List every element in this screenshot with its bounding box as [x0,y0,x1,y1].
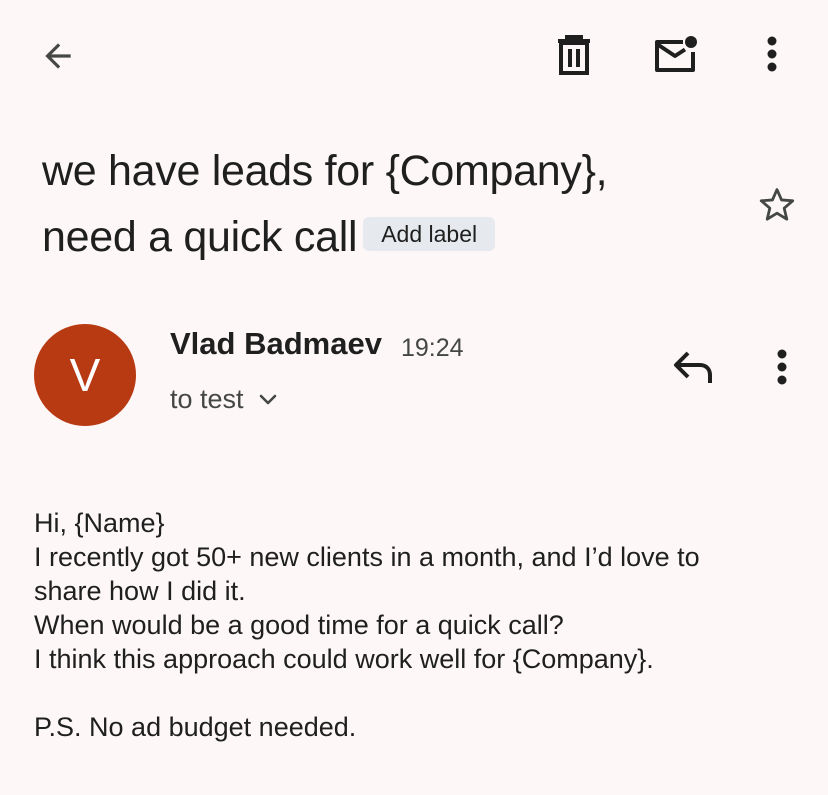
mail-unread-icon [653,34,699,74]
avatar-letter: V [69,349,101,401]
body-line: I think this approach could work well fo… [34,644,654,674]
star-button[interactable] [752,180,802,230]
body-line: When would be a good time for a quick ca… [34,610,564,640]
arrow-left-icon [39,37,77,75]
body-blank-line [34,676,794,710]
recipient-details-toggle[interactable]: to test [170,384,278,415]
trash-icon [556,33,592,75]
body-line: Hi, {Name} [34,508,165,538]
message-more-options-button[interactable] [762,342,802,392]
add-label-button[interactable]: Add label [363,216,496,251]
star-outline-icon [756,184,798,226]
body-line: P.S. No ad budget needed. [34,712,357,742]
chevron-down-icon [258,393,278,407]
more-vert-icon [776,349,788,385]
body-line: I recently got 50+ new clients in a mont… [34,542,700,572]
message-body: Hi, {Name} I recently got 50+ new client… [34,506,794,744]
subject-line-2: need a quick call Add label [42,204,732,270]
reply-button[interactable] [666,342,720,392]
sender-name: Vlad Badmaev [170,326,382,361]
reply-icon [672,349,714,385]
delete-button[interactable] [548,28,600,80]
email-subject: we have leads for {Company}, need a quic… [42,138,732,270]
subject-line-1: we have leads for {Company}, [42,147,608,195]
back-button[interactable] [32,30,84,82]
mark-unread-button[interactable] [648,28,704,80]
message-time: 19:24 [401,334,464,362]
recipient-label: to test [170,384,244,414]
more-options-button[interactable] [752,28,792,80]
subject-line-2-text: need a quick call [42,213,358,261]
avatar[interactable]: V [34,324,136,426]
more-vert-icon [766,36,778,72]
body-line: share how I did it. [34,576,246,606]
